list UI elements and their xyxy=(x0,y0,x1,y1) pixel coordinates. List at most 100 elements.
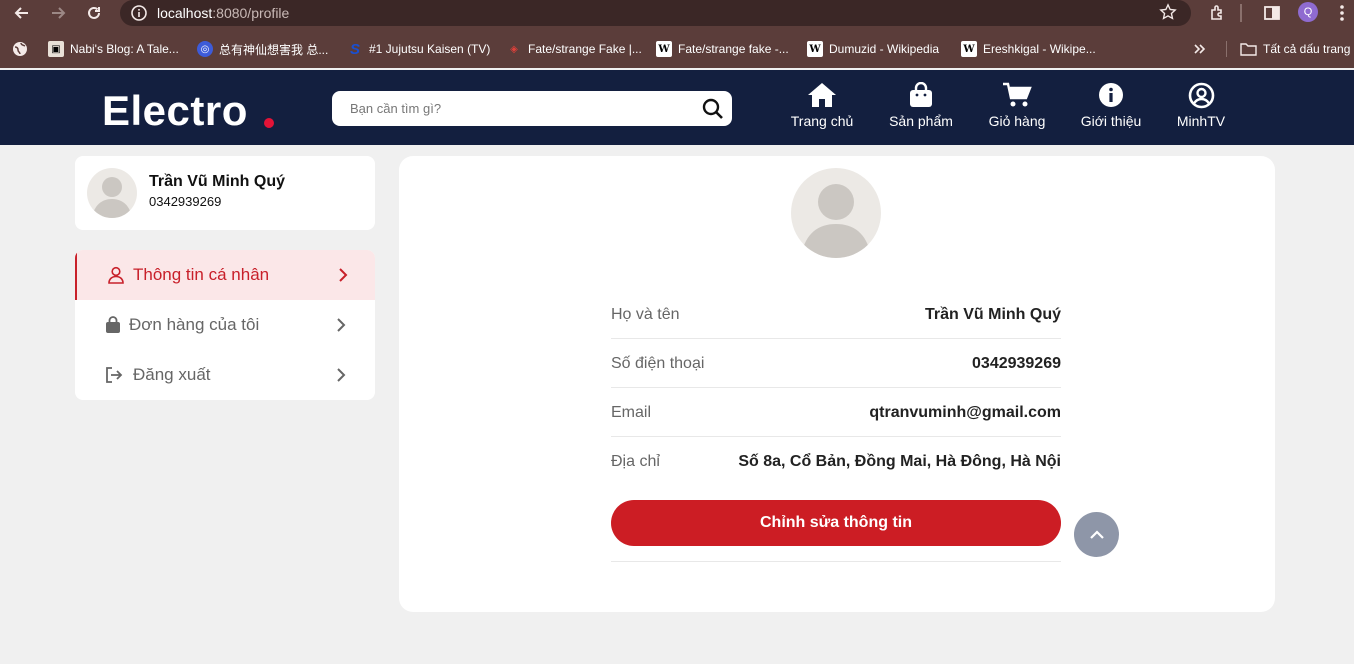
field-value: qtranvuminh@gmail.com xyxy=(869,404,1061,421)
bookmark-label: 总有神仙想害我 总... xyxy=(219,42,329,57)
chevron-right-icon xyxy=(331,315,351,335)
field-label: Số điện thoại xyxy=(611,355,705,372)
site-info-icon[interactable] xyxy=(130,4,148,27)
avatar-placeholder-icon xyxy=(92,177,132,218)
bookmark-item[interactable]: S #1 Jujutsu Kaisen (TV) xyxy=(347,40,490,58)
address-row: localhost:8080/profile Q xyxy=(0,0,1354,26)
red-favicon: ◈ xyxy=(510,43,518,55)
nav-label: Giỏ hàng xyxy=(988,113,1046,129)
globe-favicon: ◎ xyxy=(197,41,213,57)
menu-item-label: Đơn hàng của tôi xyxy=(129,315,260,334)
info-row-fullname: Họ và tên Trần Vũ Minh Quý xyxy=(611,290,1061,339)
blog-favicon: ▣ xyxy=(48,41,64,57)
menu-item-label: Đăng xuất xyxy=(133,365,211,384)
nav-label: Sản phẩm xyxy=(889,113,953,129)
logout-icon xyxy=(104,365,124,385)
logo-dot xyxy=(264,118,274,128)
bookmark-label: Fate/strange fake -... xyxy=(678,42,789,56)
back-icon[interactable] xyxy=(10,1,34,25)
bookmark-label: Ereshkigal - Wikipe... xyxy=(983,42,1096,56)
bookmark-item[interactable]: W Fate/strange fake -... xyxy=(656,40,789,58)
nav-label: Giới thiệu xyxy=(1080,113,1142,129)
menu-item-orders[interactable]: Đơn hàng của tôi xyxy=(75,300,375,350)
avatar xyxy=(87,168,137,218)
bookmarks-divider xyxy=(1226,41,1227,57)
url-host: localhost xyxy=(157,5,213,21)
bookmark-star-icon[interactable] xyxy=(1159,3,1177,26)
wikipedia-favicon: W xyxy=(656,41,672,57)
bookmark-item[interactable]: ▣ Nabi's Blog: A Tale... xyxy=(48,40,179,58)
home-icon xyxy=(807,80,837,110)
info-row-address: Địa chỉ Số 8a, Cổ Bản, Đồng Mai, Hà Đông… xyxy=(611,437,1061,486)
bookmark-label: Dumuzid - Wikipedia xyxy=(829,42,940,56)
chevron-up-icon xyxy=(1089,529,1104,539)
field-label: Họ và tên xyxy=(611,306,680,323)
user-icon xyxy=(106,265,126,285)
chevron-right-icon xyxy=(333,265,353,285)
folder-icon xyxy=(1240,43,1257,56)
nav-label: Trang chủ xyxy=(790,113,854,129)
nav-label: MinhTV xyxy=(1176,113,1226,129)
avatar-placeholder-icon xyxy=(801,184,871,258)
scroll-to-top-button[interactable] xyxy=(1074,512,1119,557)
nav-products[interactable]: Sản phẩm xyxy=(889,80,953,134)
kebab-menu-icon[interactable] xyxy=(1332,1,1352,25)
bookmarks-bar: ▣ Nabi's Blog: A Tale... ◎ 总有神仙想害我 总... … xyxy=(0,36,1354,62)
site-logo[interactable]: Electro xyxy=(102,86,248,136)
field-label: Email xyxy=(611,404,652,421)
wikipedia-favicon: W xyxy=(961,41,977,57)
toolbar-divider xyxy=(1240,4,1242,22)
all-bookmarks-label: Tất cả dấu trang xyxy=(1263,42,1351,56)
url-path: :8080/profile xyxy=(212,5,290,21)
field-label: Địa chỉ xyxy=(611,453,660,470)
info-icon xyxy=(1098,80,1124,110)
extensions-icon[interactable] xyxy=(1206,1,1230,25)
info-row-phone: Số điện thoại 0342939269 xyxy=(611,339,1061,388)
bookmark-item[interactable]: W Dumuzid - Wikipedia xyxy=(807,40,939,58)
nav-home[interactable]: Trang chủ xyxy=(790,80,854,134)
bookmark-item[interactable]: ◈ Fate/strange Fake |... xyxy=(506,40,642,58)
nav-cart[interactable]: Giỏ hàng xyxy=(988,80,1046,134)
profile-avatar[interactable]: Q xyxy=(1298,2,1318,22)
bookmark-item[interactable]: ◎ 总有神仙想害我 总... xyxy=(197,40,328,58)
user-phone: 0342939269 xyxy=(149,194,222,209)
divider xyxy=(611,561,1061,562)
nav-about[interactable]: Giới thiệu xyxy=(1080,80,1142,134)
more-bookmarks-icon[interactable] xyxy=(1193,40,1207,58)
shopping-bag-icon xyxy=(909,80,933,110)
search-box xyxy=(332,91,732,126)
profile-card: Họ và tên Trần Vũ Minh Quý Số điện thoại… xyxy=(399,156,1275,612)
account-menu: Thông tin cá nhân Đơn hàng của tôi Đăng … xyxy=(75,250,375,400)
bookmark-label: Nabi's Blog: A Tale... xyxy=(70,42,179,56)
field-value: Số 8a, Cổ Bản, Đồng Mai, Hà Đông, Hà Nội xyxy=(738,453,1061,470)
menu-item-profile[interactable]: Thông tin cá nhân xyxy=(75,250,375,300)
url-text: localhost:8080/profile xyxy=(157,5,289,21)
info-row-email: Email qtranvuminh@gmail.com xyxy=(611,388,1061,437)
bookmark-item[interactable]: W Ereshkigal - Wikipe... xyxy=(961,40,1096,58)
search-icon[interactable] xyxy=(702,98,724,125)
user-name: Trần Vũ Minh Quý xyxy=(149,173,286,190)
wikipedia-favicon: W xyxy=(807,41,823,57)
profile-avatar-large xyxy=(791,168,881,258)
browser-chrome: localhost:8080/profile Q ▣ Nabi's Blog: … xyxy=(0,0,1354,68)
menu-item-logout[interactable]: Đăng xuất xyxy=(75,350,375,400)
all-bookmarks-folder[interactable]: Tất cả dấu trang xyxy=(1240,40,1350,58)
reload-icon[interactable] xyxy=(82,1,106,25)
bookmark-label: #1 Jujutsu Kaisen (TV) xyxy=(369,42,491,56)
forward-icon[interactable] xyxy=(46,1,70,25)
address-bar[interactable]: localhost:8080/profile xyxy=(120,0,1191,26)
chevron-right-icon xyxy=(331,365,351,385)
user-circle-icon xyxy=(1188,80,1215,110)
field-value: Trần Vũ Minh Quý xyxy=(924,306,1061,323)
user-summary-card: Trần Vũ Minh Quý 0342939269 xyxy=(75,156,375,230)
apps-globe-icon[interactable] xyxy=(12,40,28,58)
bookmark-label: Fate/strange Fake |... xyxy=(528,42,642,56)
menu-item-label: Thông tin cá nhân xyxy=(133,265,270,284)
nav-account[interactable]: MinhTV xyxy=(1176,80,1226,134)
search-input[interactable] xyxy=(332,91,692,126)
s-favicon: S xyxy=(349,40,360,58)
bag-icon xyxy=(103,315,123,335)
site-header: Electro Trang chủ Sản phẩm Giỏ hàng Giới… xyxy=(0,70,1354,145)
side-panel-icon[interactable] xyxy=(1260,1,1284,25)
edit-profile-button[interactable]: Chỉnh sửa thông tin xyxy=(611,500,1061,546)
